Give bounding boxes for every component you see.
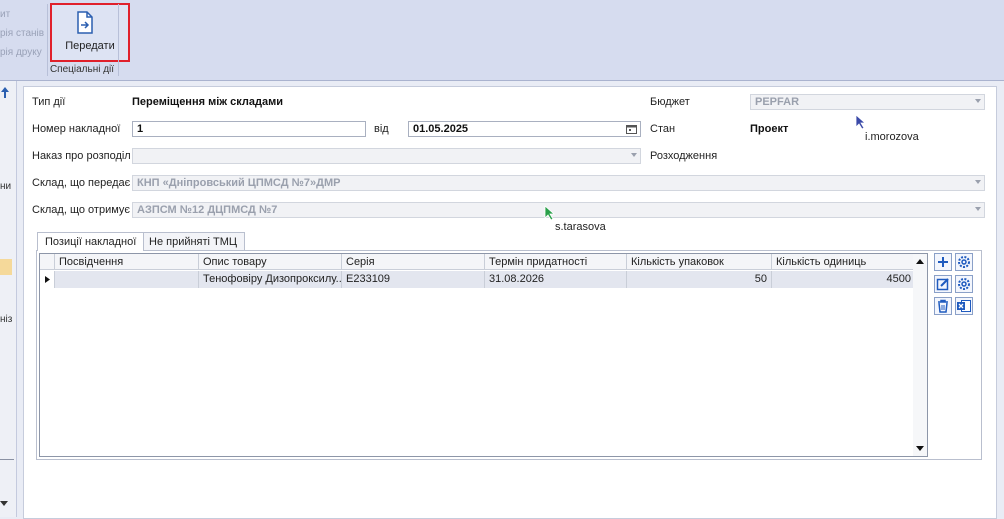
pin-icon[interactable] xyxy=(0,87,10,99)
sender-warehouse-select[interactable]: КНП «Дніпровський ЦПМСД №7»ДМР xyxy=(132,175,985,191)
date-value: 01.05.2025 xyxy=(413,123,469,135)
chevron-down-icon xyxy=(975,207,981,211)
left-nav-item[interactable]: ни xyxy=(0,181,11,192)
plus-icon xyxy=(938,257,948,267)
discrepancy-label: Розходження xyxy=(650,150,718,162)
column-header[interactable]: Опис товару xyxy=(199,254,342,270)
edit-icon xyxy=(936,278,949,291)
receiver-warehouse-label: Склад, що отримує xyxy=(32,204,131,216)
calendar-icon[interactable] xyxy=(626,124,637,134)
table-cell[interactable] xyxy=(55,271,199,288)
document-transfer-icon xyxy=(77,11,93,34)
ribbon-separator xyxy=(47,4,48,76)
tab-not-accepted[interactable]: Не прийняті ТМЦ xyxy=(141,232,246,250)
ribbon-separator xyxy=(118,4,119,76)
state-label: Стан xyxy=(650,123,676,135)
column-header[interactable]: Посвідчення xyxy=(55,254,199,270)
order-select[interactable] xyxy=(132,148,641,164)
configure-button[interactable] xyxy=(955,275,973,293)
cursor-user-label: i.morozova xyxy=(862,131,922,143)
action-type-label: Тип дії xyxy=(32,96,66,108)
row-indicator-header xyxy=(40,254,55,270)
table-cell[interactable]: Тенофовіру Дизопроксилу... xyxy=(199,271,342,288)
cursor-icon xyxy=(855,114,867,130)
order-label: Наказ про розподіл xyxy=(32,150,131,162)
grid-container: Посвідчення Опис товару Серія Термін при… xyxy=(36,250,982,460)
budget-label: Бюджет xyxy=(650,96,690,108)
state-value: Проект xyxy=(750,123,789,135)
chevron-down-icon[interactable] xyxy=(0,501,8,507)
left-divider xyxy=(0,459,14,460)
action-type-value: Переміщення між складами xyxy=(132,96,283,108)
edit-row-button[interactable] xyxy=(934,275,952,293)
column-header[interactable]: Серія xyxy=(342,254,485,270)
date-label: від xyxy=(374,123,389,135)
sender-warehouse-label: Склад, що передає xyxy=(32,177,131,189)
budget-value: PEPFAR xyxy=(755,96,800,108)
chevron-down-icon xyxy=(975,99,981,103)
budget-select[interactable]: PEPFAR xyxy=(750,94,985,110)
receiver-warehouse-value: АЗПСМ №12 ДЦПМСД №7 xyxy=(137,204,278,216)
scroll-up-icon[interactable] xyxy=(916,259,924,264)
excel-icon xyxy=(957,300,971,312)
gear-icon xyxy=(958,256,970,268)
table-cell[interactable]: 4500 xyxy=(772,271,916,288)
cursor-user-label: s.tarasova xyxy=(552,221,609,233)
column-header[interactable]: Кількість упаковок xyxy=(627,254,772,270)
add-row-button[interactable] xyxy=(934,253,952,271)
chevron-down-icon xyxy=(975,180,981,184)
settings-button[interactable] xyxy=(955,253,973,271)
left-nav-highlight[interactable] xyxy=(0,259,12,275)
ribbon: ит рія станів рія друку Передати Спеціал… xyxy=(0,0,1004,81)
table-cell[interactable]: 50 xyxy=(627,271,772,288)
transfer-button-label: Передати xyxy=(65,40,115,52)
ribbon-group-label: Спеціальні дії xyxy=(49,64,115,75)
row-indicator[interactable] xyxy=(40,271,55,288)
ribbon-faded-item: рія друку xyxy=(0,47,42,58)
invoice-number-field[interactable]: 1 xyxy=(132,121,366,137)
delete-row-button[interactable] xyxy=(934,297,952,315)
row-pointer-icon xyxy=(45,276,50,283)
column-header[interactable]: Кількість одиниць xyxy=(772,254,916,270)
scroll-down-icon[interactable] xyxy=(916,446,924,451)
ribbon-faded-item: рія станів xyxy=(0,28,45,39)
export-excel-button[interactable] xyxy=(955,297,973,315)
trash-icon xyxy=(938,299,948,313)
ribbon-faded-item: ит xyxy=(0,9,11,20)
receiver-warehouse-select[interactable]: АЗПСМ №12 ДЦПМСД №7 xyxy=(132,202,985,218)
invoice-number-label: Номер накладної xyxy=(32,123,121,135)
chevron-down-icon xyxy=(631,153,637,157)
date-field[interactable]: 01.05.2025 xyxy=(408,121,641,137)
cursor-icon xyxy=(544,205,556,221)
vertical-scrollbar[interactable] xyxy=(913,253,928,457)
tab-invoice-positions[interactable]: Позиції накладної xyxy=(37,232,145,251)
left-nav-strip: ни ніз xyxy=(0,81,17,517)
sender-warehouse-value: КНП «Дніпровський ЦПМСД №7»ДМР xyxy=(137,177,341,189)
column-header[interactable]: Термін придатності xyxy=(485,254,627,270)
gear-icon xyxy=(958,278,970,290)
positions-table: Посвідчення Опис товару Серія Термін при… xyxy=(39,253,917,457)
left-nav-item[interactable]: ніз xyxy=(0,314,12,325)
table-cell[interactable]: 31.08.2026 xyxy=(485,271,627,288)
table-cell[interactable]: E233109 xyxy=(342,271,485,288)
